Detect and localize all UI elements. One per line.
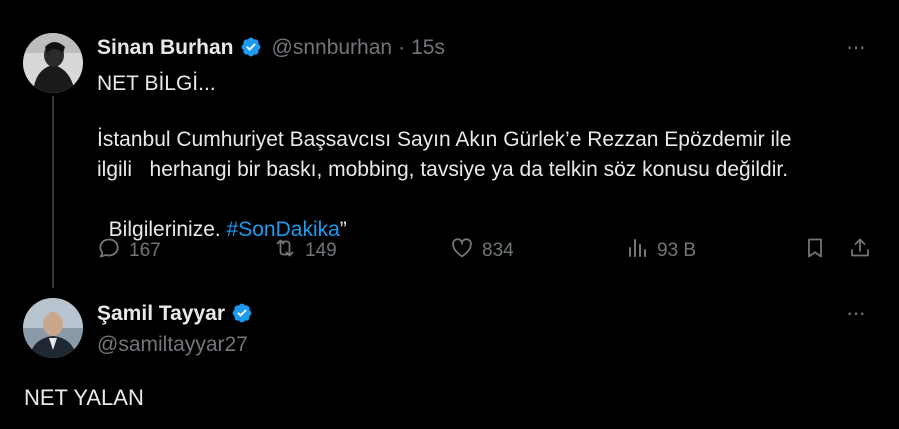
tweet1-author-name[interactable]: Sinan Burhan (97, 36, 234, 60)
like-count: 834 (482, 240, 514, 261)
share-button[interactable] (848, 236, 872, 266)
retweet-count: 149 (305, 240, 337, 261)
tweet1-header: Sinan Burhan @snnburhan · 15s (97, 36, 445, 60)
views-chart-icon (625, 236, 649, 266)
heart-icon (450, 236, 474, 266)
reply-count: 167 (129, 240, 161, 261)
tweet1-separator: · (398, 36, 406, 59)
tweet2-text: NET YALAN (24, 385, 144, 410)
retweet-button[interactable]: 149 (273, 236, 337, 266)
tweet2-author-name[interactable]: Şamil Tayyar (97, 302, 225, 326)
like-button[interactable]: 834 (450, 236, 514, 266)
reply-button[interactable]: 167 (97, 236, 161, 266)
tweet1-text-line4-post: ” (339, 218, 347, 241)
views-button[interactable]: 93 B (625, 236, 696, 266)
views-count: 93 B (657, 240, 697, 261)
reply-icon (97, 236, 121, 266)
tweet1-text-line1: NET BİLGİ... (97, 72, 216, 95)
share-icon (848, 236, 872, 266)
avatar-samil-tayyar[interactable] (23, 298, 83, 358)
tweet1-author-handle[interactable]: @snnburhan (272, 36, 393, 60)
thread-connector-line (52, 96, 54, 288)
bookmark-icon (803, 236, 827, 266)
bookmark-button[interactable] (803, 236, 827, 266)
tweet2-more-icon[interactable]: ··· (846, 300, 866, 326)
verified-badge-icon (240, 36, 262, 60)
retweet-icon (273, 236, 297, 266)
tweet1-more-icon[interactable]: ··· (846, 34, 866, 60)
tweet2-header: Şamil Tayyar (97, 302, 253, 326)
verified-badge-icon (231, 302, 253, 326)
tweet2-author-handle[interactable]: @samiltayyar27 (97, 333, 248, 357)
tweet1-text-line2: İstanbul Cumhuriyet Başsavcısı Sayın Akı… (97, 128, 792, 151)
avatar-sinan-burhan[interactable] (23, 33, 83, 93)
tweet1-text-line3: ilgili herhangi bir baskı, mobbing, tavs… (97, 158, 789, 181)
tweet1-timestamp[interactable]: 15s (411, 36, 445, 60)
